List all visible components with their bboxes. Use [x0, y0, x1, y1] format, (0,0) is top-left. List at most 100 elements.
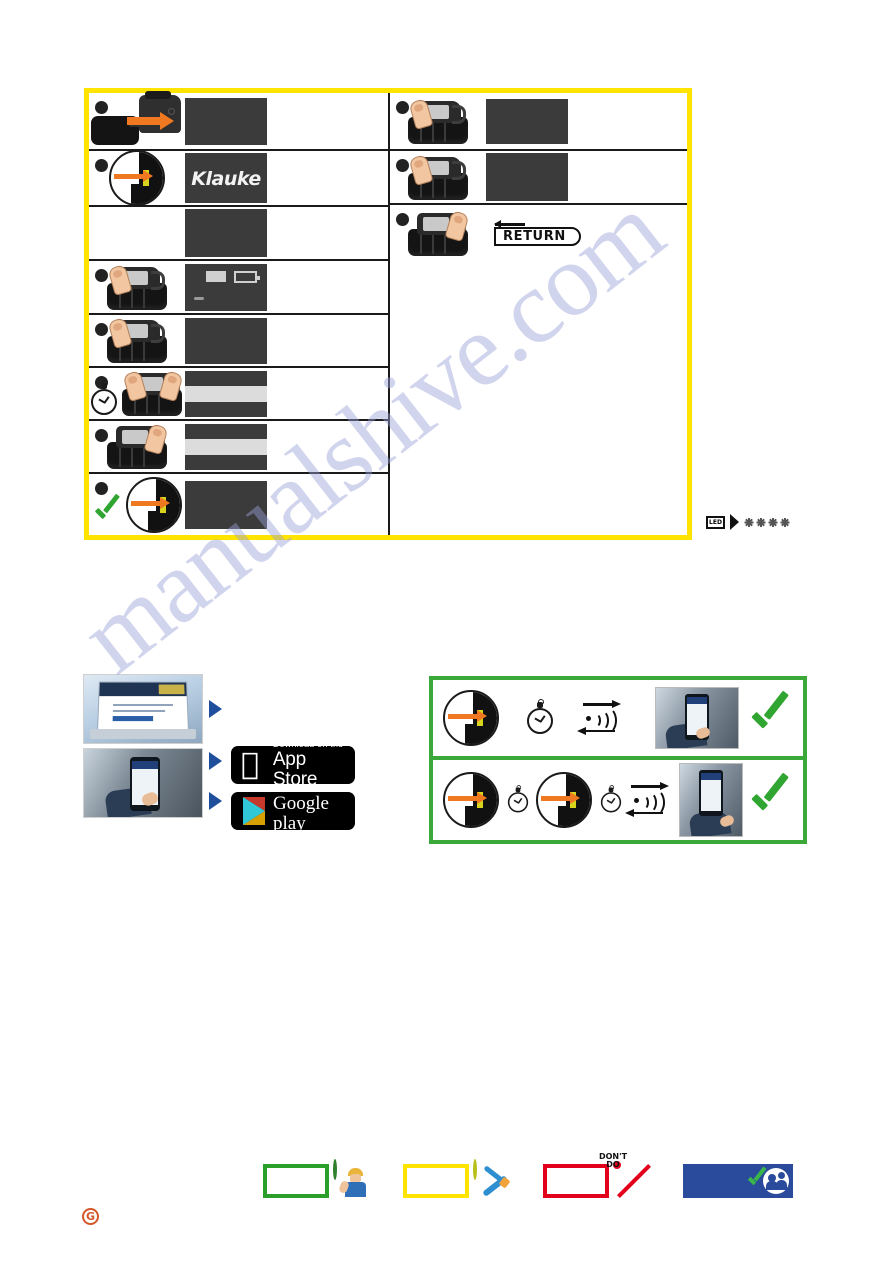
stopwatch-icon — [507, 785, 528, 813]
smartphone-app-photo — [655, 687, 739, 749]
step-display: Klauke — [185, 153, 267, 203]
procedure-left-column: Klauke — [89, 91, 388, 536]
app-store-line2: App Store — [272, 748, 318, 784]
step-illustration — [123, 477, 185, 533]
legend-red-box — [543, 1164, 609, 1198]
green-check-icon — [746, 778, 791, 823]
trigger-press-closeup — [536, 772, 592, 828]
step-display — [185, 423, 267, 470]
step-bullet-icon — [95, 482, 108, 495]
arrow-right-icon — [209, 792, 222, 810]
step-bullet-icon — [95, 159, 108, 172]
publisher-logo: G — [82, 1208, 99, 1225]
return-label: RETURN — [503, 229, 566, 244]
step-display: RETURN — [486, 211, 581, 246]
legend-dont-do-icon: DON'T DO — [599, 1153, 653, 1201]
tool-two-hand-press — [120, 370, 184, 416]
klauke-logo-text: Klauke — [191, 168, 261, 190]
table-row — [390, 151, 687, 205]
green-check-icon — [91, 497, 121, 527]
step-display — [486, 98, 568, 144]
orange-arrow-icon — [448, 710, 487, 722]
smartphone-app-photo — [83, 748, 203, 818]
table-row: Klauke — [89, 150, 388, 207]
table-row — [89, 261, 388, 315]
trigger-press-closeup — [126, 477, 182, 533]
google-play-line2: Google play — [273, 793, 329, 830]
battery-insert-illustration — [91, 91, 183, 147]
stopwatch-icon — [600, 785, 621, 813]
tool-button-press-right — [105, 423, 169, 469]
orange-arrow-icon — [127, 112, 174, 130]
procedure-right-column: RETURN — [390, 93, 687, 535]
step-display — [185, 97, 267, 145]
battery-status-icon — [206, 270, 260, 283]
return-arrow-icon — [494, 220, 525, 228]
legend-yellow-box — [403, 1164, 469, 1198]
step-display — [486, 153, 568, 201]
arrow-right-icon — [209, 700, 222, 718]
legend-green-box — [263, 1164, 329, 1198]
led-chip-icon: LED — [706, 515, 725, 529]
tool-button-press-left — [406, 153, 470, 200]
laptop-website-photo — [83, 674, 203, 744]
step-display — [185, 209, 267, 257]
tool-button-press-right — [406, 210, 470, 256]
people-icon — [763, 1168, 789, 1194]
trigger-press-closeup — [443, 690, 499, 746]
led-indicator-note: LED — [706, 514, 789, 530]
legend-tools-icon — [473, 1159, 513, 1201]
tool-button-press-left — [406, 97, 470, 144]
blink-star-icon — [768, 517, 777, 527]
tool-button-press-left — [105, 317, 169, 363]
led-beam-icon — [730, 514, 739, 530]
step-illustration — [89, 91, 185, 147]
legend-worker-icon — [333, 1159, 373, 1201]
table-row — [89, 207, 388, 261]
dont-line2: DO — [606, 1160, 620, 1169]
trigger-press-closeup — [443, 772, 499, 828]
step-illustration — [119, 370, 185, 416]
table-row: RETURN — [390, 205, 687, 525]
orange-arrow-icon — [114, 170, 153, 182]
step-display — [185, 317, 267, 364]
blink-star-icon — [780, 517, 789, 527]
step-display — [185, 263, 267, 311]
trigger-press-closeup — [109, 150, 165, 206]
stopwatch-icon — [91, 379, 117, 415]
return-button-graphic: RETURN — [494, 220, 581, 246]
orange-arrow-icon — [131, 497, 170, 509]
stopwatch-icon — [527, 699, 553, 734]
led-blink-stars — [744, 517, 789, 527]
table-row — [89, 315, 388, 368]
legend-bar: DON'T DO — [263, 1153, 793, 1201]
workflow-row-single-press — [429, 676, 807, 760]
table-row — [89, 368, 388, 421]
procedure-table: Klauke RETURN — [84, 88, 692, 540]
blink-star-icon — [744, 517, 753, 527]
step-display — [185, 370, 267, 417]
workflow-row-double-press — [429, 760, 807, 844]
table-row — [89, 91, 388, 151]
table-row — [89, 474, 388, 536]
app-download-section:  Download on the App Store ANDROID APP … — [83, 674, 355, 844]
app-store-badge[interactable]:  Download on the App Store — [231, 746, 355, 784]
google-play-logo-icon — [243, 797, 265, 825]
wireless-sync-icon — [577, 700, 627, 735]
manual-page: Klauke RETURN LED App Store Google play … — [0, 0, 893, 1263]
apple-logo-icon:  — [241, 750, 267, 780]
table-row — [89, 421, 388, 474]
green-check-icon — [746, 696, 791, 741]
step-display — [185, 481, 267, 529]
orange-arrow-icon — [541, 792, 580, 804]
google-play-badge[interactable]: ANDROID APP ON Google play — [231, 792, 355, 830]
tool-button-press-left — [105, 263, 169, 310]
arrow-right-icon — [209, 752, 222, 770]
blink-star-icon — [756, 517, 765, 527]
table-row — [390, 93, 687, 151]
smartphone-app-photo — [679, 763, 743, 837]
orange-arrow-icon — [448, 792, 487, 804]
wireless-sync-icon — [625, 782, 675, 817]
workflow-section — [429, 676, 807, 844]
legend-blue-box — [683, 1164, 793, 1198]
